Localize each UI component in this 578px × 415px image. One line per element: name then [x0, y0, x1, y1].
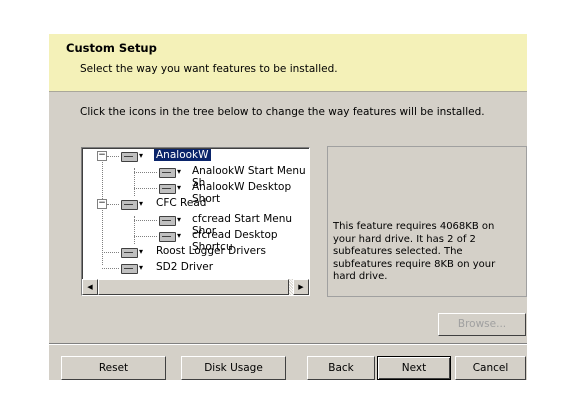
dropdown-arrow-icon: ▾ — [177, 231, 182, 240]
tree-connector — [134, 188, 157, 189]
tree-connector — [102, 252, 119, 253]
page-title: Custom Setup — [66, 41, 157, 55]
tree-item-cfc-read[interactable]: CFC Read — [154, 197, 208, 209]
dropdown-arrow-icon: ▾ — [139, 263, 144, 272]
feature-tree[interactable]: − ▾ AnalookW ▾ AnalookW Start Menu Sh ▾ … — [81, 147, 310, 296]
tree-connector — [107, 156, 119, 157]
browse-button[interactable]: Browse... — [438, 313, 526, 336]
feature-description-panel: This feature requires 4068KB on your har… — [327, 146, 527, 297]
tree-item-roost-logger[interactable]: Roost Logger Drivers — [154, 245, 268, 257]
scrollbar-thumb[interactable] — [98, 279, 289, 295]
tree-connector — [107, 204, 119, 205]
tree-connector — [134, 172, 157, 173]
collapse-icon[interactable]: − — [97, 199, 107, 209]
next-button[interactable]: Next — [377, 356, 451, 380]
scroll-right-icon[interactable]: ▶ — [293, 279, 309, 295]
tree-connector — [134, 220, 157, 221]
install-state-drive-icon[interactable]: ▾ — [159, 230, 185, 242]
custom-setup-dialog: Custom Setup Select the way you want fea… — [49, 34, 527, 380]
disk-usage-button[interactable]: Disk Usage — [181, 356, 286, 380]
tree-connector — [102, 268, 119, 269]
button-divider — [49, 343, 527, 345]
collapse-icon[interactable]: − — [97, 151, 107, 161]
page-subtitle: Select the way you want features to be i… — [80, 63, 338, 75]
tree-item-sd2-driver[interactable]: SD2 Driver — [154, 261, 215, 273]
dropdown-arrow-icon: ▾ — [139, 151, 144, 160]
install-state-drive-icon[interactable]: ▾ — [159, 166, 185, 178]
instructions-text: Click the icons in the tree below to cha… — [80, 106, 485, 118]
dropdown-arrow-icon: ▾ — [177, 183, 182, 192]
install-state-drive-icon[interactable]: ▾ — [121, 262, 147, 274]
reset-button[interactable]: Reset — [61, 356, 166, 380]
dropdown-arrow-icon: ▾ — [139, 199, 144, 208]
tree-connector — [134, 236, 157, 237]
install-state-drive-icon[interactable]: ▾ — [121, 246, 147, 258]
dialog-header: Custom Setup Select the way you want fea… — [49, 34, 527, 92]
install-state-drive-icon[interactable]: ▾ — [121, 198, 147, 210]
tree-item-analookw[interactable]: AnalookW — [154, 149, 211, 161]
horizontal-scrollbar[interactable]: ◀ ▶ — [82, 279, 309, 295]
install-state-drive-icon[interactable]: ▾ — [159, 182, 185, 194]
install-state-drive-icon[interactable]: ▾ — [159, 214, 185, 226]
cancel-button[interactable]: Cancel — [455, 356, 526, 380]
install-state-drive-icon[interactable]: ▾ — [121, 150, 147, 162]
scroll-left-icon[interactable]: ◀ — [82, 279, 98, 295]
dropdown-arrow-icon: ▾ — [177, 215, 182, 224]
back-button[interactable]: Back — [307, 356, 375, 380]
tree-connector — [102, 160, 103, 265]
dropdown-arrow-icon: ▾ — [139, 247, 144, 256]
dropdown-arrow-icon: ▾ — [177, 167, 182, 176]
feature-description: This feature requires 4068KB on your har… — [333, 221, 496, 282]
